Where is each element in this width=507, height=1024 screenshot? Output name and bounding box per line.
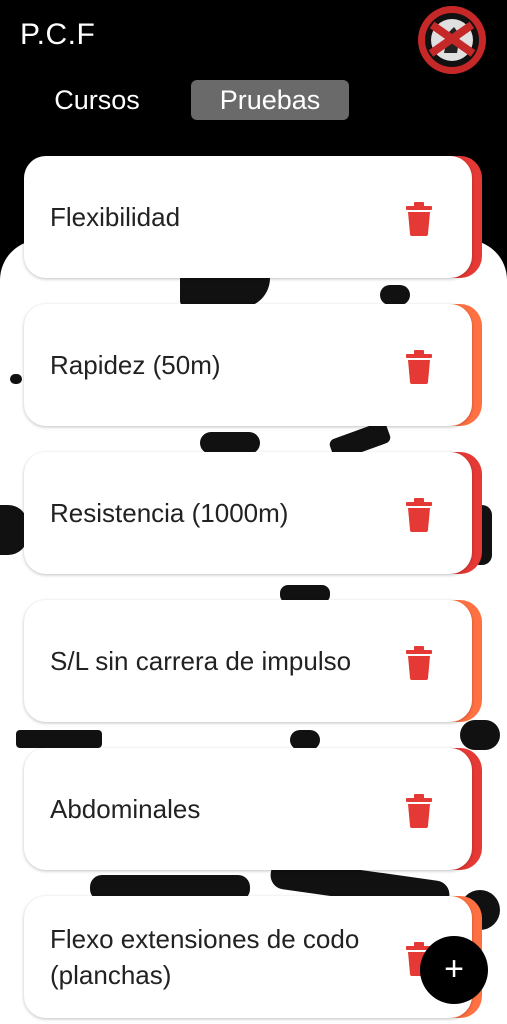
background-silhouette [10,374,22,384]
test-name: S/L sin carrera de impulso [50,646,352,676]
trash-icon [406,646,432,680]
trash-icon [406,498,432,532]
card-body: Resistencia (1000m) [24,452,472,574]
background-silhouette [200,432,260,454]
test-card[interactable]: Resistencia (1000m) [24,452,482,574]
test-card[interactable]: Flexibilidad [24,156,482,278]
trash-icon [406,794,432,828]
app-title: P.C.F [20,18,96,51]
trash-icon [406,350,432,384]
delete-test-button[interactable] [404,646,434,680]
test-name: Resistencia (1000m) [50,498,289,528]
background-silhouette [290,730,320,750]
plus-icon: + [444,950,464,988]
delete-test-button[interactable] [404,498,434,532]
test-card[interactable]: Flexo extensiones de codo (planchas) [24,896,482,1018]
card-body: Flexibilidad [24,156,472,278]
tab-cursos[interactable]: Cursos [36,80,158,120]
card-body: S/L sin carrera de impulso [24,600,472,722]
tab-bar: Cursos Pruebas [0,80,507,124]
test-card[interactable]: Rapidez (50m) [24,304,482,426]
test-name: Flexibilidad [50,202,181,232]
test-card[interactable]: S/L sin carrera de impulso [24,600,482,722]
test-name: Flexo extensiones de codo (planchas) [50,924,360,990]
background-silhouette [16,730,102,748]
background-silhouette [380,285,410,305]
delete-test-button[interactable] [404,794,434,828]
test-name: Rapidez (50m) [50,350,221,380]
card-body: Rapidez (50m) [24,304,472,426]
fitness-training-logo-icon [417,5,487,75]
background-silhouette [460,720,500,750]
trash-icon [406,202,432,236]
delete-test-button[interactable] [404,350,434,384]
app-header: P.C.F Cursos Pruebas [0,0,507,150]
test-name: Abdominales [50,794,201,824]
card-body: Abdominales [24,748,472,870]
test-card[interactable]: Abdominales [24,748,482,870]
delete-test-button[interactable] [404,202,434,236]
card-body: Flexo extensiones de codo (planchas) [24,896,472,1018]
tab-pruebas[interactable]: Pruebas [191,80,349,120]
add-test-button[interactable]: + [420,936,488,1004]
tests-list[interactable]: Flexibilidad Rapidez (50m) Resistencia (10… [0,150,507,1024]
